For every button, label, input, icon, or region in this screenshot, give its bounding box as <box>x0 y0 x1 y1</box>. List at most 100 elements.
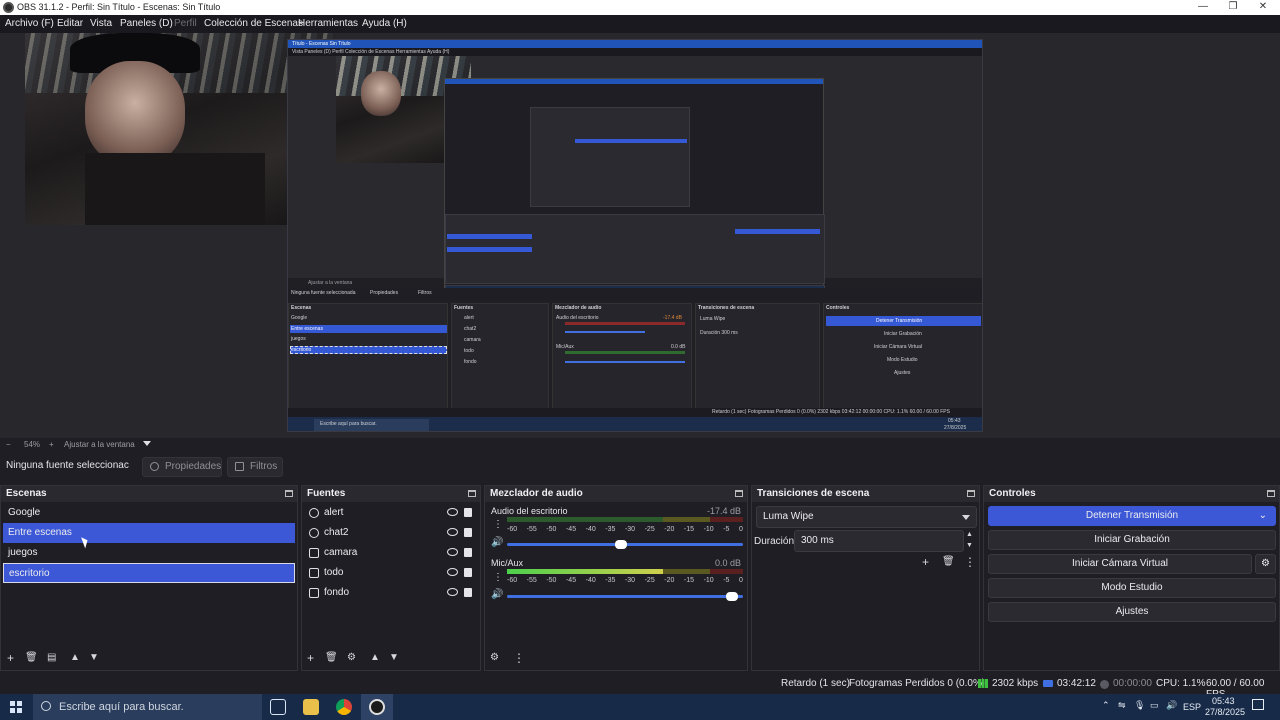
properties-button[interactable]: Propiedades <box>142 457 222 477</box>
taskbar-search-box[interactable]: Escribe aquí para buscar. <box>33 694 262 720</box>
transition-menu-button[interactable]: ⋮ <box>964 555 976 569</box>
tray-network-icon[interactable]: ▭ <box>1150 700 1159 711</box>
minimize-button[interactable]: — <box>1188 0 1218 15</box>
obs-taskbar-active[interactable] <box>361 694 393 720</box>
duration-down-icon[interactable]: ▼ <box>966 542 973 549</box>
visibility-eye-icon[interactable] <box>447 528 458 536</box>
move-down-button[interactable]: ▼ <box>389 651 399 665</box>
move-down-button[interactable]: ▼ <box>89 651 99 665</box>
zoom-in-button[interactable]: + <box>49 440 54 449</box>
undock-icon[interactable] <box>468 490 476 497</box>
tray-time[interactable]: 05:43 <box>1212 696 1235 706</box>
slider-knob[interactable] <box>726 592 739 601</box>
close-button[interactable]: ✕ <box>1248 0 1278 15</box>
add-source-button[interactable]: + <box>307 651 314 665</box>
mixer-menu-button[interactable]: ⋮ <box>513 651 525 665</box>
undock-icon[interactable] <box>967 490 975 497</box>
scene-item-entre-escenas[interactable]: Entre escenas <box>3 523 295 543</box>
scene-filters-button[interactable]: ▤ <box>47 651 56 665</box>
source-properties-button[interactable]: ⚙ <box>347 651 356 665</box>
visibility-eye-icon[interactable] <box>447 508 458 516</box>
scene-item-escritorio[interactable]: escritorio <box>3 563 295 583</box>
menu-paneles[interactable]: Paneles (D) <box>120 18 173 29</box>
start-recording-button[interactable]: Iniciar Grabación <box>988 530 1276 550</box>
chrome-icon[interactable] <box>336 699 352 715</box>
zoom-dropdown-icon[interactable] <box>143 441 151 446</box>
menu-editar[interactable]: Editar <box>57 18 83 29</box>
duration-up-icon[interactable]: ▲ <box>966 531 973 538</box>
file-explorer-icon[interactable] <box>303 699 319 715</box>
remove-source-button[interactable]: 🗑 <box>325 651 338 665</box>
visibility-eye-icon[interactable] <box>447 568 458 576</box>
tray-mic-icon[interactable]: 🎙 <box>1134 700 1145 711</box>
undock-icon[interactable] <box>735 490 743 497</box>
duration-label: Duración <box>754 536 795 547</box>
menu-ayuda[interactable]: Ayuda (H) <box>362 18 407 29</box>
tray-volume-icon[interactable]: 🔊 <box>1166 700 1177 711</box>
menu-vista[interactable]: Vista <box>90 18 112 29</box>
undock-icon[interactable] <box>285 490 293 497</box>
meter-tick-label: -60 <box>507 526 518 533</box>
settings-button[interactable]: Ajustes <box>988 602 1276 622</box>
menu-herramientas[interactable]: Herramientas <box>298 18 358 29</box>
meter-ticks: -60 -55 -50 -45 -40 -35 -30 -25 -20 -15 -10 -5 0 <box>507 526 743 533</box>
tray-usb-icon[interactable]: ⇋ <box>1118 700 1126 711</box>
notification-icon[interactable] <box>1252 699 1264 710</box>
status-cpu: CPU: 1.1% <box>1156 678 1206 689</box>
visibility-eye-icon[interactable] <box>447 588 458 596</box>
meter-tick-label: -30 <box>624 577 636 584</box>
slider-knob[interactable] <box>615 540 628 549</box>
restore-button[interactable]: ❐ <box>1218 0 1248 15</box>
remove-scene-button[interactable]: 🗑 <box>25 651 38 665</box>
lock-icon[interactable] <box>464 568 472 577</box>
speaker-icon[interactable]: 🔊 <box>491 589 503 600</box>
stop-streaming-button[interactable]: Detener Transmisión ⌄ <box>988 506 1276 526</box>
preview-canvas[interactable]: Título - Escenas Sin Título Vista Panele… <box>0 33 1280 438</box>
speaker-icon[interactable]: 🔊 <box>491 537 503 548</box>
move-up-button[interactable]: ▲ <box>370 651 380 665</box>
add-transition-button[interactable]: + <box>922 555 929 569</box>
zoom-out-button[interactable]: − <box>6 440 11 449</box>
remove-transition-button[interactable]: 🗑 <box>942 555 955 569</box>
move-up-button[interactable]: ▲ <box>70 651 80 665</box>
source-row-alert[interactable]: alert <box>306 503 476 523</box>
scene-item-juegos[interactable]: juegos <box>3 543 295 563</box>
scene-item-google[interactable]: Google <box>3 503 295 523</box>
visibility-eye-icon[interactable] <box>447 548 458 556</box>
source-row-fondo[interactable]: fondo <box>306 583 476 603</box>
lock-icon[interactable] <box>464 548 472 557</box>
source-row-chat2[interactable]: chat2 <box>306 523 476 543</box>
task-view-icon[interactable] <box>270 699 286 715</box>
duration-input[interactable]: 300 ms <box>794 530 964 552</box>
source-row-camara[interactable]: camara <box>306 543 476 563</box>
obs-logo-icon <box>3 2 14 13</box>
volume-slider-desktop-audio[interactable] <box>507 540 743 549</box>
transition-select[interactable]: Luma Wipe <box>756 506 977 528</box>
studio-mode-button[interactable]: Modo Estudio <box>988 578 1276 598</box>
chevron-down-icon[interactable]: ⌄ <box>1259 507 1267 525</box>
fit-window-label[interactable]: Ajustar a la ventana <box>64 440 135 449</box>
virtual-camera-settings-button[interactable]: ⚙ <box>1255 554 1276 574</box>
tray-date[interactable]: 27/8/2025 <box>1205 707 1245 717</box>
tray-chevron-up-icon[interactable]: ⌃ <box>1102 700 1110 711</box>
status-bar: Retardo (1 sec) Fotogramas Perdidos 0 (0… <box>0 674 1280 700</box>
lock-icon[interactable] <box>464 508 472 517</box>
undock-icon[interactable] <box>1267 490 1275 497</box>
tray-language[interactable]: ESP <box>1183 702 1201 712</box>
channel-menu-button[interactable]: ⋮ <box>493 519 503 530</box>
filters-button[interactable]: Filtros <box>227 457 283 477</box>
menu-coleccion-escenas[interactable]: Colección de Escenas <box>204 18 303 29</box>
source-row-todo[interactable]: todo <box>306 563 476 583</box>
meter-tick-label: -25 <box>644 577 655 584</box>
lock-icon[interactable] <box>464 588 472 597</box>
add-scene-button[interactable]: + <box>7 651 14 665</box>
windows-start-icon[interactable] <box>10 701 22 713</box>
start-virtual-camera-button[interactable]: Iniciar Cámara Virtual <box>988 554 1252 574</box>
lock-icon[interactable] <box>464 528 472 537</box>
channel-menu-button[interactable]: ⋮ <box>493 572 503 583</box>
meter-tick-label: 0 <box>738 577 743 584</box>
menu-archivo[interactable]: Archivo (F) <box>5 18 54 29</box>
volume-slider-mic[interactable] <box>507 592 743 601</box>
advanced-audio-button[interactable]: ⚙ <box>490 651 499 665</box>
menu-perfil[interactable]: Perfil <box>174 18 197 29</box>
